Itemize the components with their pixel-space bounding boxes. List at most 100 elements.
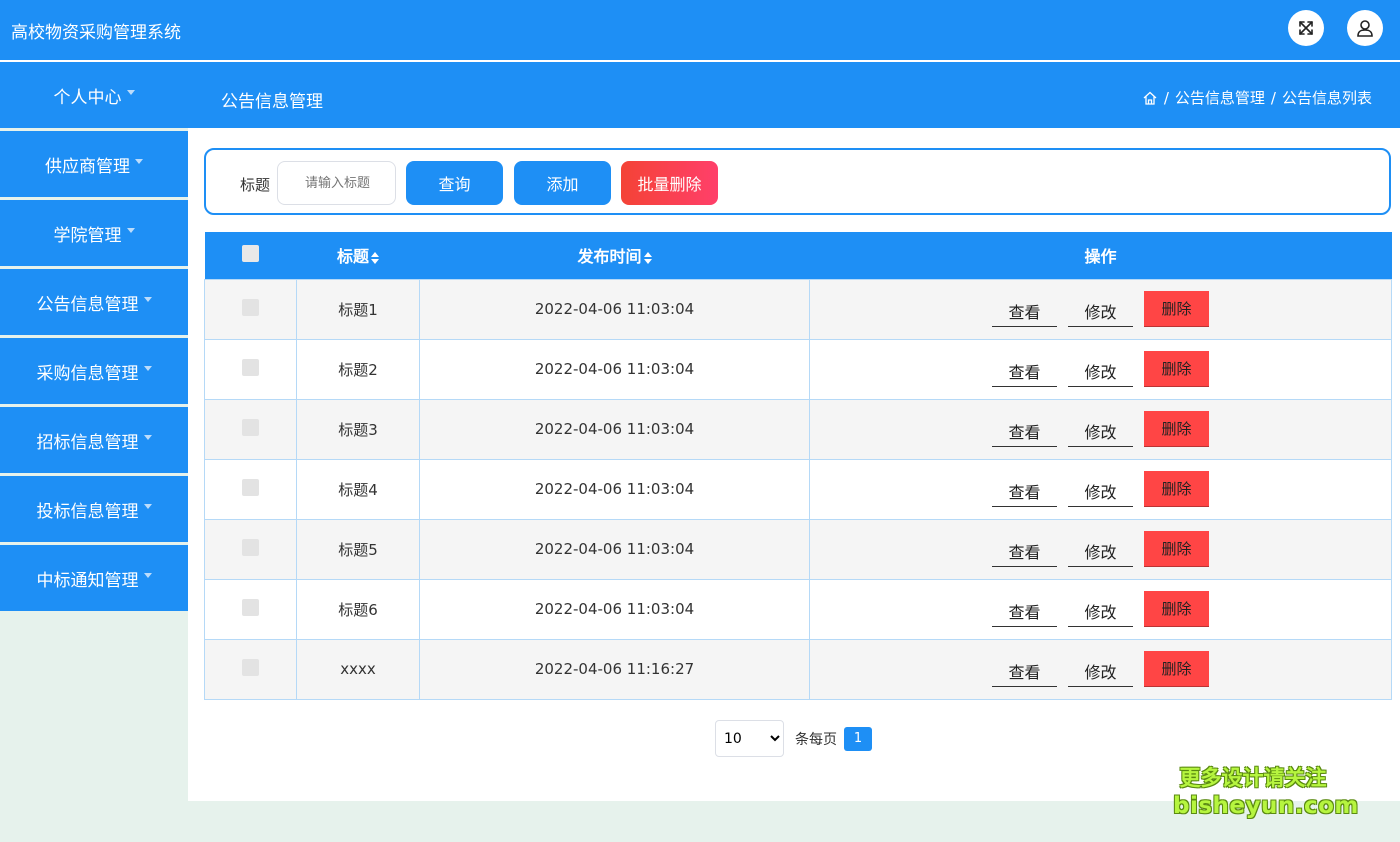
sidebar-item-label: 投标信息管理 xyxy=(36,501,139,522)
sidebar-item-label: 学院管理 xyxy=(53,225,122,246)
view-button[interactable]: 查看 xyxy=(992,411,1057,447)
row-select-cell xyxy=(204,518,297,580)
delete-button[interactable]: 删除 xyxy=(1144,531,1209,567)
expand-icon[interactable] xyxy=(1288,10,1324,46)
table-row: 标题6 2022-04-06 11:03:04 查看 修改 删除 xyxy=(204,578,1392,640)
sidebar-item-label: 招标信息管理 xyxy=(36,432,139,453)
cell-title: 标题2 xyxy=(296,338,420,400)
row-checkbox[interactable] xyxy=(242,598,259,616)
row-select-cell xyxy=(204,578,297,640)
select-all-cell xyxy=(204,232,297,279)
watermark: 更多设计请关注 bisheyun.com xyxy=(1173,764,1359,820)
edit-button[interactable]: 修改 xyxy=(1068,411,1133,447)
cell-publish-time: 2022-04-06 11:03:04 xyxy=(419,518,810,580)
row-checkbox[interactable] xyxy=(242,478,259,496)
row-checkbox[interactable] xyxy=(242,538,259,556)
row-checkbox[interactable] xyxy=(242,358,259,376)
sidebar-item-tender[interactable]: 招标信息管理 xyxy=(0,407,188,473)
caret-down-icon xyxy=(135,158,143,164)
sidebar-item-college[interactable]: 学院管理 xyxy=(0,200,188,266)
column-header-actions: 操作 xyxy=(809,232,1392,279)
column-header-label: 发布时间 xyxy=(577,247,642,267)
sidebar-item-supplier[interactable]: 供应商管理 xyxy=(0,131,188,197)
table-header-row: 标题 发布时间 操作 xyxy=(204,232,1392,279)
watermark-line2: bisheyun.com xyxy=(1173,793,1359,819)
page-size-select[interactable]: 10 xyxy=(715,720,784,757)
page-title: 公告信息管理 xyxy=(221,92,323,112)
query-button[interactable]: 查询 xyxy=(406,161,503,205)
cell-publish-time: 2022-04-06 11:03:04 xyxy=(419,338,810,400)
edit-button[interactable]: 修改 xyxy=(1068,531,1133,567)
search-input[interactable] xyxy=(277,161,396,205)
sidebar-item-procurement[interactable]: 采购信息管理 xyxy=(0,338,188,404)
cell-title: 标题3 xyxy=(296,398,420,460)
edit-button[interactable]: 修改 xyxy=(1068,651,1133,687)
delete-button[interactable]: 删除 xyxy=(1144,591,1209,627)
view-button[interactable]: 查看 xyxy=(992,591,1057,627)
caret-down-icon xyxy=(143,434,152,440)
cell-title: 标题6 xyxy=(296,578,420,640)
select-all-checkbox[interactable] xyxy=(242,244,259,262)
delete-button[interactable]: 删除 xyxy=(1144,411,1209,447)
edit-button[interactable]: 修改 xyxy=(1068,291,1133,327)
cell-publish-time: 2022-04-06 11:16:27 xyxy=(419,638,810,700)
row-select-cell xyxy=(204,638,297,700)
cell-publish-time: 2022-04-06 11:03:04 xyxy=(419,458,810,520)
cell-publish-time: 2022-04-06 11:03:04 xyxy=(419,278,810,340)
sidebar-item-personal-center[interactable]: 个人中心 xyxy=(0,62,188,128)
user-icon[interactable] xyxy=(1347,10,1383,46)
view-button[interactable]: 查看 xyxy=(992,531,1057,567)
table-row: 标题1 2022-04-06 11:03:04 查看 修改 删除 xyxy=(204,278,1392,340)
edit-button[interactable]: 修改 xyxy=(1068,471,1133,507)
view-button[interactable]: 查看 xyxy=(992,471,1057,507)
cell-actions: 查看 修改 删除 xyxy=(809,458,1392,520)
cell-publish-time: 2022-04-06 11:03:04 xyxy=(419,578,810,640)
sidebar-item-label: 中标通知管理 xyxy=(36,570,139,591)
cell-title: 标题1 xyxy=(296,278,420,340)
row-checkbox[interactable] xyxy=(242,658,259,676)
column-header-title[interactable]: 标题 xyxy=(296,232,420,279)
sub-header: 公告信息管理 / 公告信息管理 / 公告信息列表 xyxy=(188,62,1400,128)
delete-button[interactable]: 删除 xyxy=(1144,291,1209,327)
page-size-unit: 条每页 xyxy=(795,731,837,748)
page-number-current[interactable]: 1 xyxy=(844,726,872,751)
edit-button[interactable]: 修改 xyxy=(1068,351,1133,387)
delete-button[interactable]: 删除 xyxy=(1144,351,1209,387)
sidebar: 个人中心 供应商管理 学院管理 公告信息管理 采购信息管理 招标信息管理 投标信… xyxy=(0,62,188,614)
view-button[interactable]: 查看 xyxy=(992,651,1057,687)
row-select-cell xyxy=(204,338,297,400)
row-checkbox[interactable] xyxy=(242,418,259,436)
search-label: 标题 xyxy=(240,176,271,194)
edit-button[interactable]: 修改 xyxy=(1068,591,1133,627)
sidebar-item-label: 供应商管理 xyxy=(45,156,130,177)
delete-button[interactable]: 删除 xyxy=(1144,651,1209,687)
view-button[interactable]: 查看 xyxy=(992,351,1057,387)
sidebar-item-label: 采购信息管理 xyxy=(36,363,139,384)
sidebar-item-award-notice[interactable]: 中标通知管理 xyxy=(0,545,188,611)
sort-icon[interactable] xyxy=(371,251,379,264)
add-button[interactable]: 添加 xyxy=(514,161,611,205)
cell-actions: 查看 修改 删除 xyxy=(809,278,1392,340)
breadcrumb-level1[interactable]: 公告信息管理 xyxy=(1175,87,1265,108)
table-row: xxxx 2022-04-06 11:16:27 查看 修改 删除 xyxy=(204,638,1392,700)
row-checkbox[interactable] xyxy=(242,298,259,316)
sort-icon[interactable] xyxy=(643,251,652,264)
cell-actions: 查看 修改 删除 xyxy=(809,518,1392,580)
view-button[interactable]: 查看 xyxy=(992,291,1057,327)
cell-title: xxxx xyxy=(296,638,420,700)
batch-delete-button[interactable]: 批量删除 xyxy=(621,161,718,205)
app-title: 高校物资采购管理系统 xyxy=(11,23,181,43)
delete-button[interactable]: 删除 xyxy=(1144,471,1209,507)
table-row: 标题5 2022-04-06 11:03:04 查看 修改 删除 xyxy=(204,518,1392,580)
cell-actions: 查看 修改 删除 xyxy=(809,578,1392,640)
caret-down-icon xyxy=(143,296,152,302)
table-row: 标题4 2022-04-06 11:03:04 查看 修改 删除 xyxy=(204,458,1392,520)
column-header-label: 标题 xyxy=(336,247,369,267)
column-header-publish-time[interactable]: 发布时间 xyxy=(419,232,810,279)
home-icon[interactable] xyxy=(1142,90,1158,106)
sidebar-item-bid[interactable]: 投标信息管理 xyxy=(0,476,188,542)
sidebar-item-announcement[interactable]: 公告信息管理 xyxy=(0,269,188,335)
cell-actions: 查看 修改 删除 xyxy=(809,398,1392,460)
caret-down-icon xyxy=(143,365,152,371)
breadcrumb: / 公告信息管理 / 公告信息列表 xyxy=(1142,87,1372,108)
